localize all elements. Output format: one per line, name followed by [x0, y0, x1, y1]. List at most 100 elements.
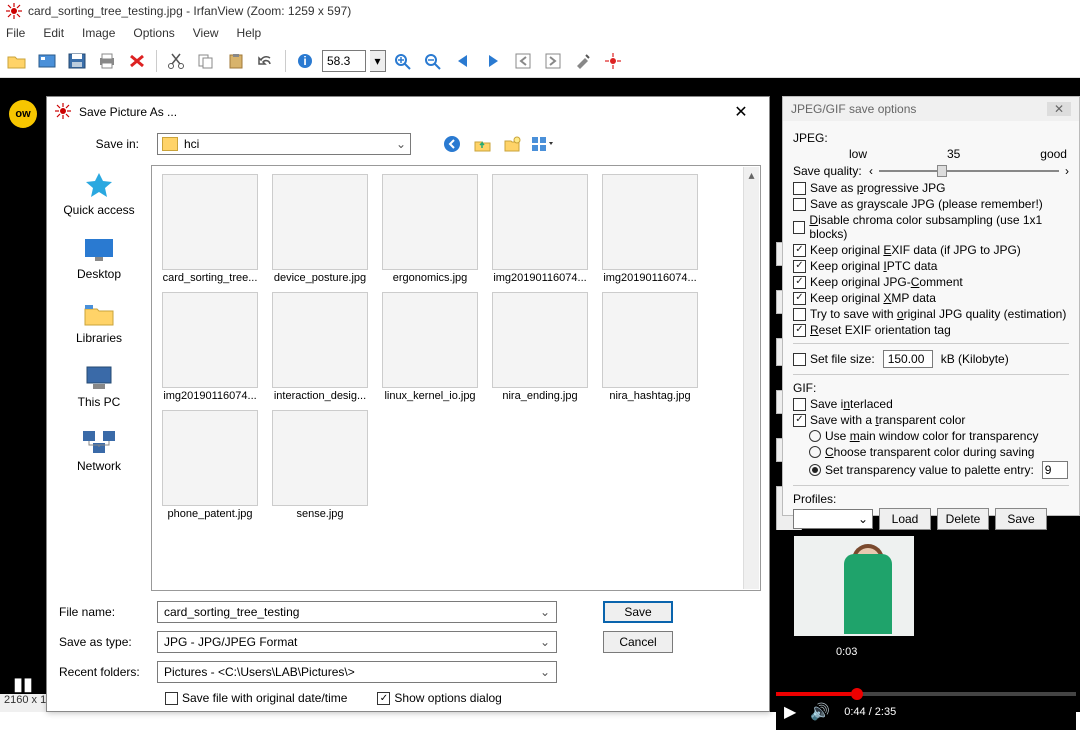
view-menu-icon[interactable] [531, 133, 553, 155]
profiles-combo[interactable]: ⌄ [793, 509, 873, 529]
file-thumb[interactable]: interaction_desig... [270, 292, 370, 402]
file-grid[interactable]: card_sorting_tree... device_posture.jpg … [151, 165, 761, 591]
menu-help[interactable]: Help [237, 26, 262, 40]
sidebar-item-network[interactable]: Network [47, 427, 151, 473]
menu-file[interactable]: File [6, 26, 25, 40]
recent-combo[interactable]: Pictures - <C:\Users\LAB\Pictures\>⌄ [157, 661, 557, 683]
filesize-input[interactable] [883, 350, 933, 368]
save-dialog: Save Picture As ... ✕ Save in: hci ⌄ Qui… [46, 96, 770, 712]
profile-save-button[interactable]: Save [995, 508, 1047, 530]
zoom-dropdown[interactable]: ▾ [370, 50, 386, 72]
save-in-value: hci [184, 137, 199, 151]
next-button[interactable] [480, 48, 506, 74]
window-titlebar: card_sorting_tree_testing.jpg - IrfanVie… [0, 0, 1080, 22]
sidebar-label: Network [77, 459, 121, 473]
scrollbar[interactable]: ▴ [743, 167, 759, 589]
opt-comment[interactable]: Keep original JPG-Comment [793, 275, 1069, 289]
sidebar-label: This PC [78, 395, 121, 409]
prev-button[interactable] [450, 48, 476, 74]
paste-button[interactable] [223, 48, 249, 74]
zoom-in-button[interactable] [390, 48, 416, 74]
filename-input[interactable]: card_sorting_tree_testing⌄ [157, 601, 557, 623]
file-thumb[interactable]: sense.jpg [270, 410, 370, 520]
rad-use-main[interactable]: Use main window color for transparency [809, 429, 1069, 443]
menu-options[interactable]: Options [133, 26, 174, 40]
play-icon[interactable]: ▶ [784, 702, 796, 722]
sidebar-item-desktop[interactable]: Desktop [47, 235, 151, 281]
opt-transparent[interactable]: Save with a transparent color [793, 413, 1069, 427]
settings-button[interactable] [570, 48, 596, 74]
back-icon[interactable] [441, 133, 463, 155]
menu-view[interactable]: View [193, 26, 219, 40]
first-button[interactable] [510, 48, 536, 74]
sidebar-label: Desktop [77, 267, 121, 281]
opt-set-size[interactable]: Set file size: kB (Kilobyte) [793, 350, 1069, 368]
filter-button[interactable] [600, 48, 626, 74]
sidebar-item-libraries[interactable]: Libraries [47, 299, 151, 345]
close-icon[interactable]: ✕ [721, 102, 761, 122]
quality-label: Save quality: [793, 164, 863, 178]
window-title: card_sorting_tree_testing.jpg - IrfanVie… [28, 4, 351, 18]
saveas-combo[interactable]: JPG - JPG/JPEG Format⌄ [157, 631, 557, 653]
svg-text:i: i [303, 54, 306, 68]
file-thumb[interactable]: img20190116074... [600, 174, 700, 284]
save-in-combo[interactable]: hci ⌄ [157, 133, 411, 155]
opt-xmp[interactable]: Keep original XMP data [793, 291, 1069, 305]
volume-icon[interactable]: 🔊 [810, 702, 830, 722]
rad-choose[interactable]: Choose transparent color during saving [809, 445, 1069, 459]
file-thumb[interactable]: img20190116074... [490, 174, 590, 284]
zoom-input[interactable] [322, 50, 366, 72]
profile-load-button[interactable]: Load [879, 508, 931, 530]
file-thumb[interactable]: nira_ending.jpg [490, 292, 590, 402]
opt-exif[interactable]: Keep original EXIF data (if JPG to JPG) [793, 243, 1069, 257]
open-button[interactable] [4, 48, 30, 74]
file-thumb[interactable]: linux_kernel_io.jpg [380, 292, 480, 402]
up-icon[interactable] [471, 133, 493, 155]
new-folder-icon[interactable] [501, 133, 523, 155]
cut-button[interactable] [163, 48, 189, 74]
opt-progressive[interactable]: Save as progressive JPG [793, 181, 1069, 195]
chk-original-date[interactable]: Save file with original date/time [165, 691, 347, 705]
save-button-dialog[interactable]: Save [603, 601, 673, 623]
jpeg-section-label: JPEG: [793, 131, 1069, 145]
save-in-label: Save in: [59, 137, 149, 151]
chk-show-options[interactable]: ✓Show options dialog [377, 691, 501, 705]
file-thumb[interactable]: img20190116074... [160, 292, 260, 402]
options-close-icon[interactable]: ✕ [1047, 102, 1071, 116]
zoom-out-button[interactable] [420, 48, 446, 74]
opt-reset-exif[interactable]: Reset EXIF orientation tag [793, 323, 1069, 337]
file-thumb[interactable]: card_sorting_tree... [160, 174, 260, 284]
save-button[interactable] [64, 48, 90, 74]
sidebar-item-quickaccess[interactable]: Quick access [47, 171, 151, 217]
profile-delete-button[interactable]: Delete [937, 508, 989, 530]
file-thumb[interactable]: device_posture.jpg [270, 174, 370, 284]
sidebar-item-thispc[interactable]: This PC [47, 363, 151, 409]
palette-input[interactable] [1042, 461, 1068, 479]
opt-disable-chroma[interactable]: Disable chroma color subsampling (use 1x… [793, 213, 1069, 241]
opt-interlaced[interactable]: Save interlaced [793, 397, 1069, 411]
menu-edit[interactable]: Edit [43, 26, 64, 40]
video-time: 0:44 / 2:35 [844, 706, 896, 718]
opt-iptc[interactable]: Keep original IPTC data [793, 259, 1069, 273]
info-button[interactable]: i [292, 48, 318, 74]
slideshow-button[interactable] [34, 48, 60, 74]
slider-right-icon[interactable]: › [1065, 164, 1069, 178]
quality-slider[interactable] [879, 163, 1059, 179]
file-thumb[interactable]: ergonomics.jpg [380, 174, 480, 284]
opt-try-orig[interactable]: Try to save with original JPG quality (e… [793, 307, 1069, 321]
undo-button[interactable] [253, 48, 279, 74]
print-button[interactable] [94, 48, 120, 74]
rad-palette[interactable]: Set transparency value to palette entry: [809, 461, 1069, 479]
opt-grayscale[interactable]: Save as grayscale JPG (please remember!) [793, 197, 1069, 211]
profiles-label: Profiles: [793, 492, 1069, 506]
last-button[interactable] [540, 48, 566, 74]
slider-left-icon[interactable]: ‹ [869, 164, 873, 178]
filesize-unit: kB (Kilobyte) [941, 352, 1009, 366]
delete-button[interactable] [124, 48, 150, 74]
menu-image[interactable]: Image [82, 26, 115, 40]
copy-button[interactable] [193, 48, 219, 74]
folder-icon [162, 137, 178, 151]
cancel-button[interactable]: Cancel [603, 631, 673, 653]
file-thumb[interactable]: nira_hashtag.jpg [600, 292, 700, 402]
file-thumb[interactable]: phone_patent.jpg [160, 410, 260, 520]
